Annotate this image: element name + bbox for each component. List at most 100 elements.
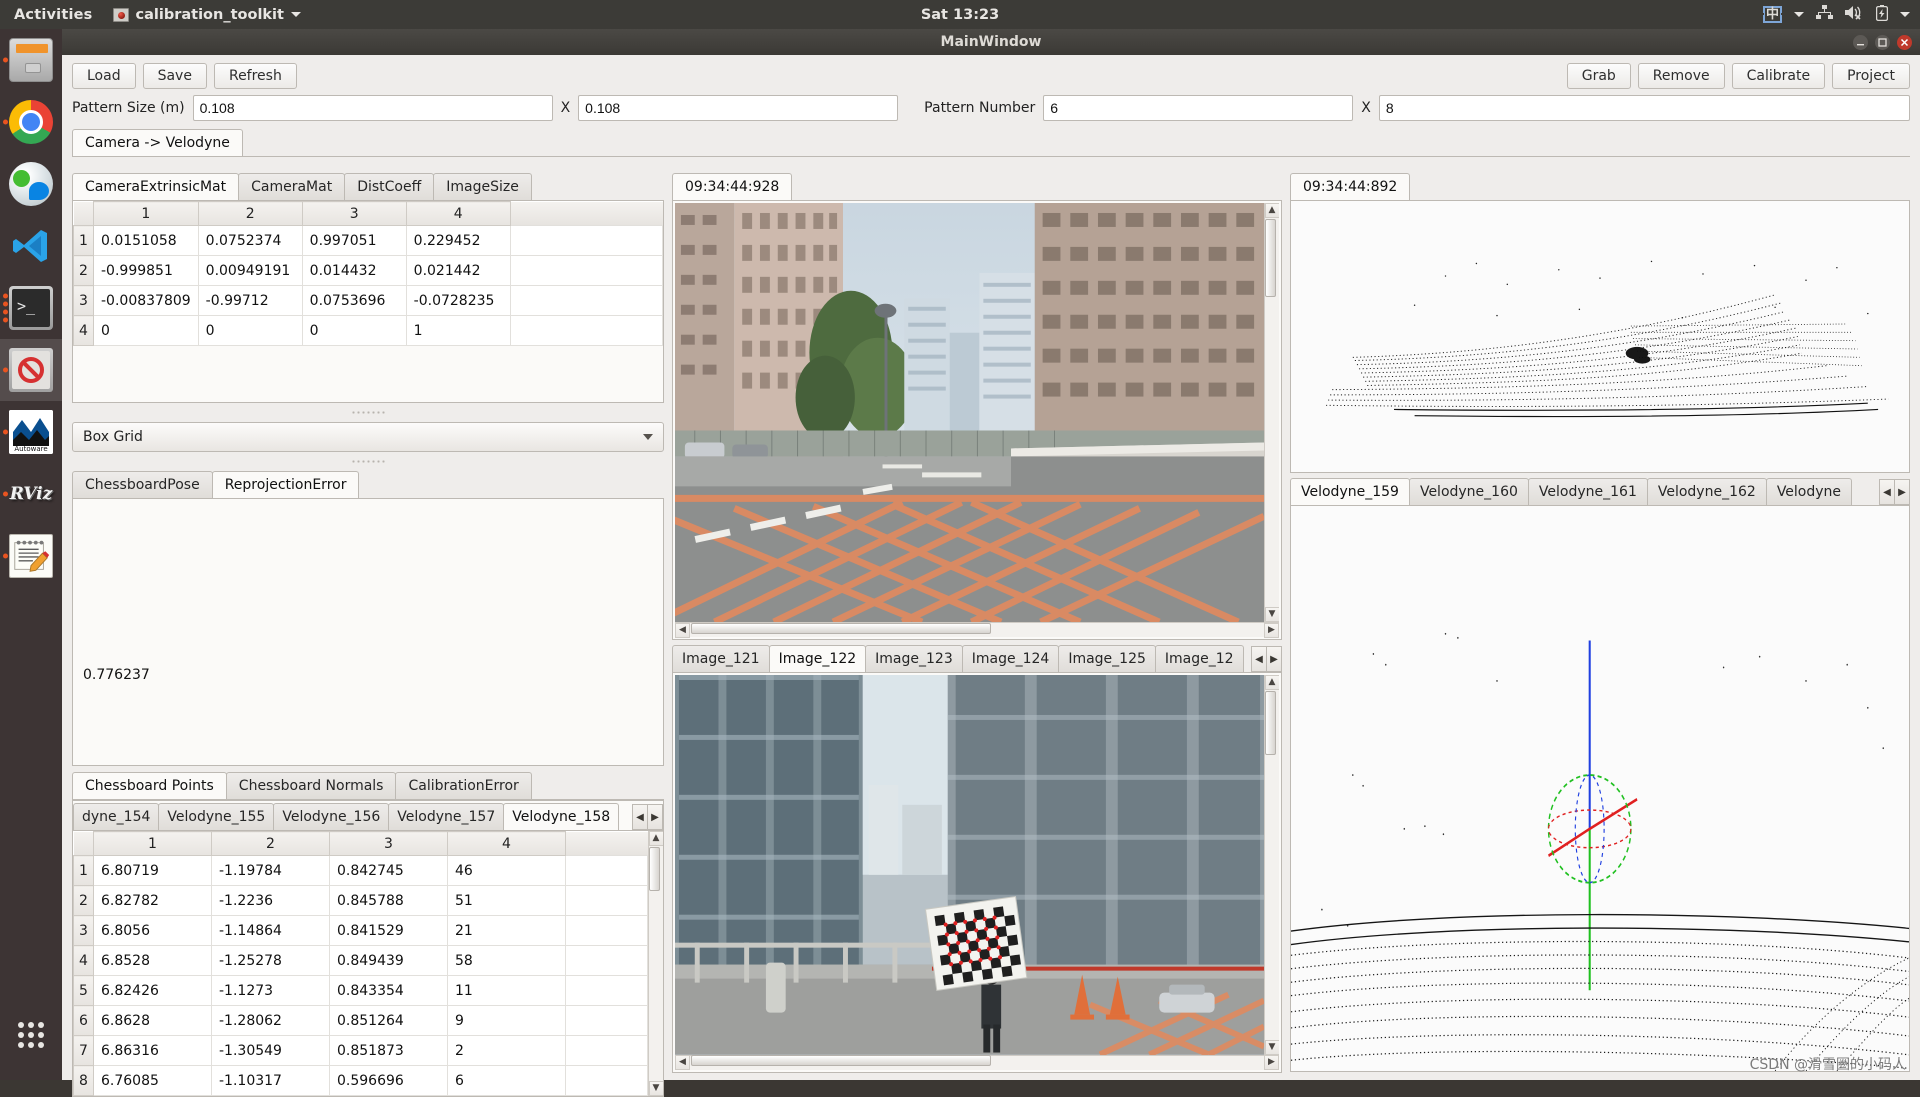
cloud-tab-next-button[interactable]: ▶ <box>1894 479 1910 505</box>
tab-velodyne-155[interactable]: Velodyne_155 <box>158 803 274 830</box>
table-row[interactable]: 1 6.80719 -1.19784 0.842745 46 <box>74 856 648 886</box>
tab-chessboard-normals[interactable]: Chessboard Normals <box>226 772 397 799</box>
ime-chevron-down-icon[interactable] <box>1794 12 1804 17</box>
cell-r7c3[interactable]: 0.851873 <box>330 1036 448 1066</box>
tab-calibration-error[interactable]: CalibrationError <box>395 772 531 799</box>
tab-velodyne-timestamp[interactable]: 09:34:44:892 <box>1290 173 1410 200</box>
col-header-4[interactable]: 4 <box>406 202 510 226</box>
table-row[interactable]: 1 0.0151058 0.0752374 0.997051 0.229452 <box>74 226 663 256</box>
table-row[interactable]: 8 6.76085 -1.10317 0.596696 6 <box>74 1066 648 1096</box>
cell-r2c3[interactable]: 0.845788 <box>330 886 448 916</box>
system-menu-chevron-down-icon[interactable] <box>1900 12 1910 17</box>
cell-r4c1[interactable]: 6.8528 <box>94 946 212 976</box>
cell-r3c2[interactable]: -0.99712 <box>198 286 302 316</box>
tab-camera-timestamp[interactable]: 09:34:44:928 <box>672 173 792 200</box>
cell-r6c4[interactable]: 9 <box>448 1006 566 1036</box>
save-button[interactable]: Save <box>143 63 207 89</box>
cell-r1c1[interactable]: 0.0151058 <box>94 226 199 256</box>
app-menu[interactable]: calibration_toolkit <box>105 7 309 23</box>
cell-r7c2[interactable]: -1.30549 <box>212 1036 330 1066</box>
tab-chessboard-pose[interactable]: ChessboardPose <box>72 471 213 498</box>
minimize-button[interactable] <box>1853 35 1868 50</box>
col-header-1[interactable]: 1 <box>94 202 199 226</box>
close-button[interactable] <box>1897 35 1912 50</box>
cell-r1c1[interactable]: 6.80719 <box>94 856 212 886</box>
cell-r7c1[interactable]: 6.86316 <box>94 1036 212 1066</box>
tab-camera-mat[interactable]: CameraMat <box>238 173 345 200</box>
refresh-button[interactable]: Refresh <box>214 63 297 89</box>
tab-image-125[interactable]: Image_125 <box>1058 645 1156 672</box>
pattern-size-x-input[interactable] <box>193 95 553 121</box>
remove-button[interactable]: Remove <box>1638 63 1725 89</box>
col-header-2[interactable]: 2 <box>198 202 302 226</box>
frame-tab-next-button[interactable]: ▶ <box>647 804 663 830</box>
table-row[interactable]: 4 0 0 0 1 <box>74 316 663 346</box>
pattern-size-y-input[interactable] <box>578 95 898 121</box>
cell-r5c2[interactable]: -1.1273 <box>212 976 330 1006</box>
dock-item-files[interactable] <box>0 29 62 91</box>
cell-r3c3[interactable]: 0.841529 <box>330 916 448 946</box>
cell-r3c1[interactable]: -0.00837809 <box>94 286 199 316</box>
cell-r6c2[interactable]: -1.28062 <box>212 1006 330 1036</box>
cell-r3c4[interactable]: 21 <box>448 916 566 946</box>
cell-r5c1[interactable]: 6.82426 <box>94 976 212 1006</box>
tab-velodyne-161[interactable]: Velodyne_161 <box>1528 478 1648 505</box>
scroll-thumb[interactable] <box>691 623 991 634</box>
volume-muted-icon[interactable] <box>1845 5 1864 24</box>
activities-button[interactable]: Activities <box>0 7 105 23</box>
tab-image-122[interactable]: Image_122 <box>769 645 867 672</box>
points-table-vertical-scrollbar[interactable]: ▲ ▼ <box>648 831 663 1096</box>
cell-r3c2[interactable]: -1.14864 <box>212 916 330 946</box>
col-header-3[interactable]: 3 <box>302 202 406 226</box>
dock-item-show-applications[interactable] <box>0 1004 62 1066</box>
cell-r2c1[interactable]: -0.999851 <box>94 256 199 286</box>
scroll-up-button[interactable]: ▲ <box>649 831 664 846</box>
col-header-3[interactable]: 3 <box>330 832 448 856</box>
cell-r8c3[interactable]: 0.596696 <box>330 1066 448 1096</box>
cell-r7c4[interactable]: 2 <box>448 1036 566 1066</box>
cell-r2c3[interactable]: 0.014432 <box>302 256 406 286</box>
cell-r3c3[interactable]: 0.0753696 <box>302 286 406 316</box>
cell-r8c4[interactable]: 6 <box>448 1066 566 1096</box>
cell-r2c1[interactable]: 6.82782 <box>94 886 212 916</box>
tab-camera-velodyne[interactable]: Camera -> Velodyne <box>72 129 243 156</box>
dock-item-terminal[interactable]: >_ <box>0 277 62 339</box>
scroll-track[interactable] <box>1265 218 1280 607</box>
tab-reprojection-error[interactable]: ReprojectionError <box>212 471 360 498</box>
tab-image-124[interactable]: Image_124 <box>962 645 1060 672</box>
tab-velodyne-162[interactable]: Velodyne_162 <box>1647 478 1767 505</box>
cell-r5c3[interactable]: 0.843354 <box>330 976 448 1006</box>
scroll-thumb[interactable] <box>1265 691 1276 755</box>
table-row[interactable]: 2 6.82782 -1.2236 0.845788 51 <box>74 886 648 916</box>
project-button[interactable]: Project <box>1832 63 1910 89</box>
table-row[interactable]: 3 -0.00837809 -0.99712 0.0753696 -0.0728… <box>74 286 663 316</box>
cell-r4c1[interactable]: 0 <box>94 316 199 346</box>
cell-r3c4[interactable]: -0.0728235 <box>406 286 510 316</box>
scroll-track[interactable] <box>649 846 664 1081</box>
cell-r2c2[interactable]: 0.00949191 <box>198 256 302 286</box>
cell-r2c4[interactable]: 51 <box>448 886 566 916</box>
table-row[interactable]: 6 6.8628 -1.28062 0.851264 9 <box>74 1006 648 1036</box>
tab-velodyne-157[interactable]: Velodyne_157 <box>388 803 504 830</box>
frame-tab-prev-button[interactable]: ◀ <box>632 804 648 830</box>
tab-velodyne-163[interactable]: Velodyne <box>1766 478 1852 505</box>
tab-velodyne-159[interactable]: Velodyne_159 <box>1290 478 1410 505</box>
chessboard-image-vertical-scrollbar[interactable]: ▲ ▼ <box>1264 675 1279 1055</box>
chessboard-image-horizontal-scrollbar[interactable]: ◀ ▶ <box>675 1055 1279 1070</box>
tab-image-126[interactable]: Image_12 <box>1155 645 1244 672</box>
pattern-number-y-input[interactable] <box>1379 95 1910 121</box>
cloud-tab-prev-button[interactable]: ◀ <box>1879 479 1895 505</box>
image-tab-next-button[interactable]: ▶ <box>1266 646 1282 672</box>
dock-item-chrome[interactable] <box>0 91 62 153</box>
col-header-2[interactable]: 2 <box>212 832 330 856</box>
cell-r2c4[interactable]: 0.021442 <box>406 256 510 286</box>
scroll-left-button[interactable]: ◀ <box>675 1055 690 1070</box>
cell-r4c3[interactable]: 0.849439 <box>330 946 448 976</box>
calibrate-button[interactable]: Calibrate <box>1732 63 1825 89</box>
cell-r4c3[interactable]: 0 <box>302 316 406 346</box>
scroll-down-button[interactable]: ▼ <box>1265 607 1280 622</box>
pattern-number-x-input[interactable] <box>1043 95 1353 121</box>
network-icon[interactable] <box>1816 5 1833 24</box>
scroll-left-button[interactable]: ◀ <box>675 623 690 638</box>
velodyne-bottom-viewport[interactable] <box>1290 506 1910 1072</box>
